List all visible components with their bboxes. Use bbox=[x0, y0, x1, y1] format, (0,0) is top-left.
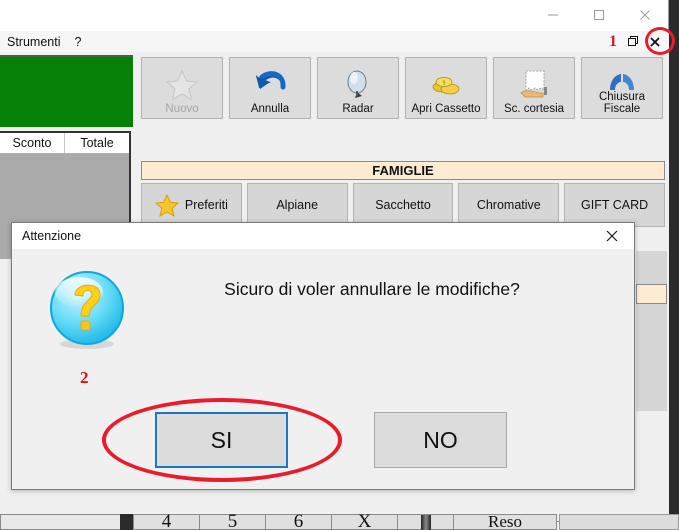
dialog-title: Attenzione bbox=[22, 228, 82, 243]
column-header-sconto[interactable]: Sconto bbox=[0, 133, 65, 153]
dialog-button-no[interactable]: NO bbox=[374, 412, 507, 468]
close-button[interactable] bbox=[622, 0, 668, 30]
coins-icon: $ bbox=[428, 67, 464, 103]
dialog-titlebar: Attenzione bbox=[12, 223, 634, 249]
receipt-grid-header: Sconto Totale bbox=[0, 133, 129, 154]
famiglie-button-label: Chromative bbox=[476, 198, 541, 212]
minimize-button[interactable] bbox=[530, 0, 576, 30]
menu-item-help[interactable]: ? bbox=[68, 35, 89, 49]
toolbar-button-chiusura-fiscale[interactable]: Chiusura Fiscale bbox=[581, 57, 663, 119]
keypad-key-multiply[interactable]: X bbox=[331, 511, 397, 530]
svg-text:$: $ bbox=[443, 79, 446, 86]
maximize-button[interactable] bbox=[576, 0, 622, 30]
right-cream-box bbox=[636, 284, 667, 304]
toolbar-label: Apri Cassetto bbox=[411, 102, 481, 115]
star-icon bbox=[154, 193, 179, 217]
toolbar-button-nuovo[interactable]: Nuovo bbox=[141, 57, 223, 119]
keypad-left-field[interactable] bbox=[0, 514, 120, 530]
bar-icon bbox=[420, 514, 431, 530]
toolbar-button-radar[interactable]: Radar bbox=[317, 57, 399, 119]
undo-arrow-icon bbox=[253, 67, 287, 103]
toolbar-label-text: Chiusura Fiscale bbox=[598, 91, 646, 115]
window-titlebar bbox=[0, 0, 668, 31]
green-status-panel bbox=[0, 55, 133, 127]
famiglie-button-label: GIFT CARD bbox=[581, 198, 649, 212]
famiglie-button-alpiane[interactable]: Alpiane bbox=[246, 183, 348, 227]
keypad-gap bbox=[120, 514, 133, 530]
keypad-right-field[interactable] bbox=[559, 514, 679, 530]
numeric-keypad: 4 5 6 X Reso bbox=[0, 511, 679, 530]
dialog-close-button[interactable] bbox=[590, 223, 634, 249]
radar-icon bbox=[341, 67, 375, 103]
screen: to Strumenti bbox=[0, 0, 679, 530]
menubar: Strumenti ? 1 bbox=[0, 31, 669, 52]
menu-item-strumenti[interactable]: Strumenti bbox=[0, 35, 68, 49]
confirmation-dialog: Attenzione Sicuro di voler annullare le … bbox=[11, 222, 635, 490]
toolbar-button-sc-cortesia[interactable]: Sc. cortesia bbox=[493, 57, 575, 119]
column-header-totale[interactable]: Totale bbox=[65, 133, 129, 153]
main-toolbar: Nuovo Annulla Radar $ Apri Cassetto Sc. … bbox=[141, 57, 665, 124]
minimize-icon bbox=[548, 14, 558, 16]
close-icon bbox=[650, 36, 660, 47]
famiglie-button-label: Preferiti bbox=[184, 198, 228, 212]
close-icon bbox=[640, 10, 650, 20]
famiglie-button-label: Sacchetto bbox=[375, 198, 431, 212]
keypad-key-5[interactable]: 5 bbox=[199, 511, 265, 530]
famiglie-button-sacchetto[interactable]: Sacchetto bbox=[352, 183, 454, 227]
restore-icon bbox=[627, 36, 638, 46]
mdi-window-controls: 1 bbox=[609, 31, 669, 52]
keypad-separator-button[interactable] bbox=[397, 514, 453, 530]
famiglie-button-gift-card[interactable]: GIFT CARD bbox=[564, 183, 665, 227]
toolbar-label: Sc. cortesia bbox=[503, 102, 565, 115]
question-mark-icon bbox=[45, 268, 129, 352]
star-icon bbox=[165, 67, 199, 103]
dialog-button-si[interactable]: SI bbox=[155, 412, 288, 468]
famiglie-button-label: Alpiane bbox=[276, 198, 319, 212]
mdi-close-button[interactable] bbox=[647, 34, 663, 50]
keypad-button-reso[interactable]: Reso bbox=[453, 512, 557, 530]
keypad-key-4[interactable]: 4 bbox=[133, 511, 199, 530]
famiglie-header: FAMIGLIE bbox=[141, 161, 665, 180]
annotation-step-2: 2 bbox=[80, 368, 89, 387]
toolbar-button-apri-cassetto[interactable]: $ Apri Cassetto bbox=[405, 57, 487, 119]
mdi-restore-button[interactable] bbox=[625, 34, 641, 50]
close-icon bbox=[606, 230, 618, 242]
toolbar-label: Chiusura Fiscale bbox=[582, 91, 662, 115]
keypad-key-6[interactable]: 6 bbox=[265, 511, 331, 530]
famiglie-button-preferiti[interactable]: Preferiti bbox=[141, 183, 242, 227]
toolbar-label: Nuovo bbox=[165, 102, 199, 115]
receipt-hand-icon bbox=[517, 67, 551, 103]
dialog-message: Sicuro di voler annullare le modifiche? bbox=[224, 279, 520, 299]
toolbar-label: Annulla bbox=[250, 102, 290, 115]
toolbar-button-annulla[interactable]: Annulla bbox=[229, 57, 311, 119]
toolbar-label: Radar bbox=[342, 102, 374, 115]
fiscal-closing-icon bbox=[606, 70, 638, 92]
famiglie-button-chromative[interactable]: Chromative bbox=[458, 183, 560, 227]
annotation-step-1: 1 bbox=[609, 32, 617, 50]
maximize-icon bbox=[594, 10, 604, 20]
